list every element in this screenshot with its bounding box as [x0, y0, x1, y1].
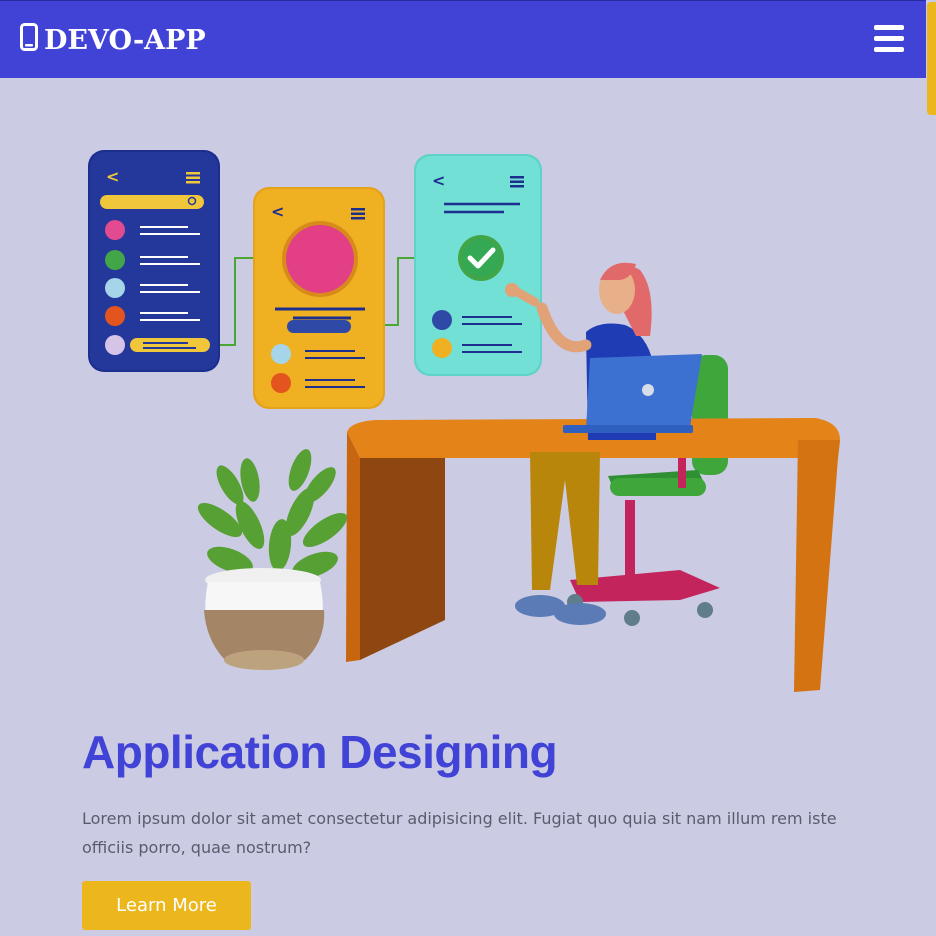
svg-text:<: < — [432, 171, 445, 190]
hero-illustration: < < < — [88, 150, 840, 692]
potted-plant — [197, 449, 348, 670]
hamburger-menu-icon[interactable] — [874, 25, 904, 53]
scrollbar-thumb[interactable] — [927, 2, 936, 115]
learn-more-button[interactable]: Learn More — [82, 881, 251, 930]
phone-card-list: < — [88, 150, 220, 372]
brand-logo[interactable]: DEVO-APP — [20, 23, 206, 58]
svg-text:<: < — [106, 167, 119, 186]
phone-card-confirm: < — [414, 154, 542, 376]
scrollbar[interactable] — [926, 0, 936, 936]
page-title: Application Designing — [82, 726, 558, 778]
navbar: DEVO-APP — [0, 0, 926, 78]
mobile-phone-icon — [20, 23, 38, 58]
phone-card-profile: < — [253, 187, 385, 409]
svg-text:<: < — [271, 202, 284, 221]
brand-name: DEVO-APP — [44, 25, 206, 56]
hero-description: Lorem ipsum dolor sit amet consectetur a… — [82, 809, 837, 857]
